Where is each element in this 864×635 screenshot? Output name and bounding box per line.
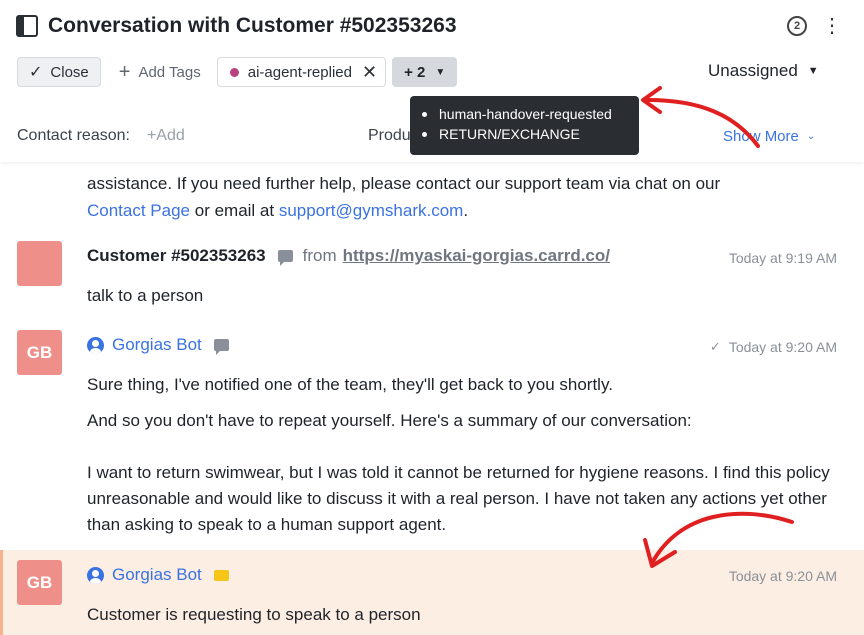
check-icon: ✓ [29,64,43,81]
timestamp-label: Today at 9:19 AM [728,250,837,266]
support-email-link[interactable]: support@gymshark.com [279,201,464,220]
message-text: Sure thing, I've notified one of the tea… [87,375,613,394]
title-row: Conversation with Customer #502353263 [16,14,457,38]
chevron-down-icon: ⌄ [806,131,816,142]
message-body: Sure thing, I've notified one of the tea… [87,372,837,548]
check-icon: ✓ [709,339,721,354]
tooltip-tag-item: human-handover-requested [422,104,627,124]
previous-message-text: assistance. If you need further help, pl… [87,174,721,193]
message-text: I want to return swimwear, but I was tol… [87,463,830,534]
sender-name[interactable]: Gorgias Bot [112,335,202,355]
message-header: Gorgias Bot [87,565,229,585]
remove-tag-icon[interactable]: ✕ [362,62,377,83]
message-body: Customer is requesting to speak to a per… [87,602,837,635]
bot-avatar: GB [17,330,62,375]
add-tags-label: Add Tags [138,63,201,81]
assignee-label: Unassigned [708,61,798,80]
contact-reason-label: Contact reason: [17,127,130,144]
tooltip-tag-list: human-handover-requested RETURN/EXCHANGE [422,104,627,144]
bot-avatar: GB [17,560,62,605]
more-tags-button[interactable]: + 2 ▼ [392,57,458,87]
previous-message-tail: assistance. If you need further help, pl… [87,170,827,224]
message-header: Gorgias Bot [87,335,229,355]
sidebar-toggle-icon[interactable] [16,15,38,37]
user-icon [87,336,104,354]
timestamp-label: Today at 9:20 AM [728,568,837,584]
more-tags-tooltip: human-handover-requested RETURN/EXCHANGE [410,96,639,155]
add-tags-button[interactable]: + Add Tags [119,62,201,82]
page-title: Conversation with Customer #502353263 [48,14,457,37]
close-ticket-button[interactable]: ✓ Close [17,57,101,87]
caret-down-icon: ▼ [435,66,446,78]
tag-color-dot [229,67,239,77]
tag-chip[interactable]: ai-agent-replied ✕ [216,57,387,87]
sender-name[interactable]: Customer #502353263 [87,246,266,266]
message-timestamp: Today at 9:19 AM [729,250,837,266]
source-url-link[interactable]: https://myaskai-gorgias.carrd.co/ [343,246,610,266]
assignee-dropdown[interactable]: Unassigned ▼ [708,61,819,81]
show-more-button[interactable]: Show More ⌄ [723,128,815,145]
contact-reason-field: Contact reason: +Add [17,127,185,145]
customer-avatar [17,241,62,286]
message-body: talk to a person [87,283,837,319]
sender-name[interactable]: Gorgias Bot [112,565,202,585]
more-options-icon[interactable]: ⋮ [822,14,842,38]
message-timestamp: ✓ Today at 9:20 AM [710,339,837,355]
message-text: talk to a person [87,286,204,305]
close-button-label: Close [50,63,89,81]
plus-icon: + [118,61,131,83]
timestamp-label: Today at 9:20 AM [728,339,837,355]
caret-down-icon: ▼ [807,65,819,77]
tooltip-tag-item: RETURN/EXCHANGE [422,124,627,144]
user-icon [87,566,104,584]
contact-reason-add-button[interactable]: +Add [147,127,185,145]
more-tags-label: + 2 [404,63,426,81]
chat-channel-icon [213,339,229,355]
message-text: And so you don't have to repeat yourself… [87,411,692,430]
tag-label: ai-agent-replied [247,63,352,81]
snooze-alarm-icon[interactable]: 2 [787,16,807,36]
previous-message-text: . [463,201,469,220]
ticket-toolbar: ✓ Close + Add Tags ai-agent-replied ✕ + … [17,57,458,87]
internal-note-icon [213,569,229,581]
from-label: from [302,246,337,265]
message-thread: assistance. If you need further help, pl… [0,162,864,635]
message-header: Customer #502353263 from https://myaskai… [87,246,610,266]
previous-message-text: or email at [190,201,279,220]
chat-channel-icon [277,250,293,266]
message-timestamp: Today at 9:20 AM [729,568,837,584]
show-more-label: Show More [723,128,799,145]
message-text: Customer is requesting to speak to a per… [87,605,421,624]
contact-page-link[interactable]: Contact Page [87,201,190,220]
